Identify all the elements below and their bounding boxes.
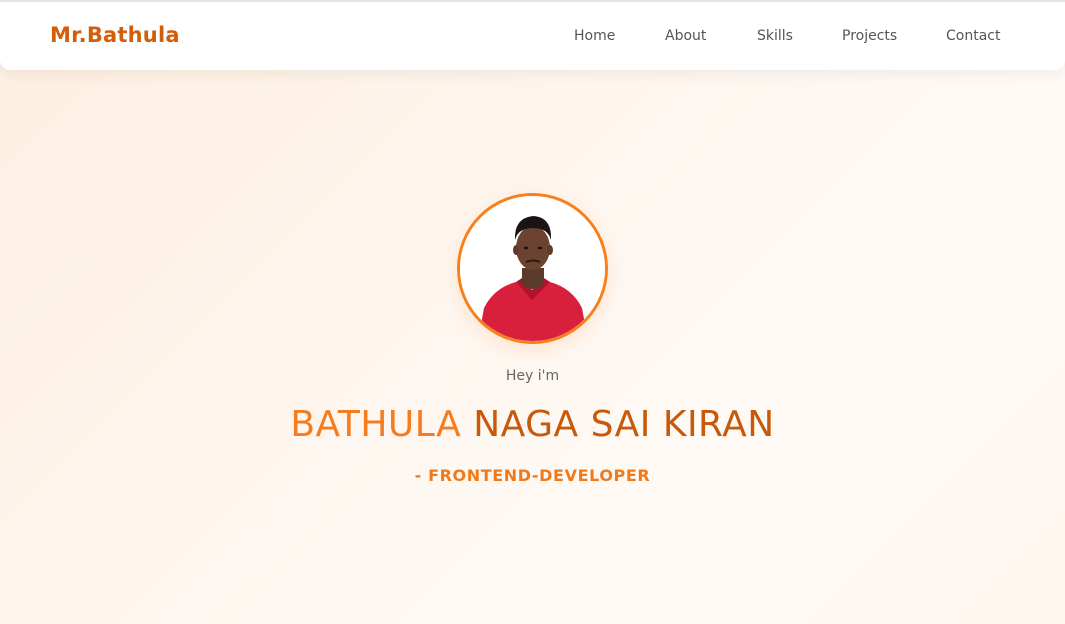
hero-name-rest: NAGA SAI KIRAN xyxy=(473,404,775,445)
nav-link-projects[interactable]: Projects xyxy=(842,28,897,44)
brand-logo[interactable]: Mr.Bathula xyxy=(50,23,180,47)
hero-name-first: BATHULA xyxy=(290,404,462,445)
nav-link-about[interactable]: About xyxy=(665,28,706,44)
nav-link-home[interactable]: Home xyxy=(574,28,615,44)
hero-greeting: Hey i'm xyxy=(505,368,560,384)
nav-link-skills[interactable]: Skills xyxy=(757,28,793,44)
hero-name: BATHULA NAGA SAI KIRAN xyxy=(0,404,1065,445)
profile-avatar xyxy=(457,193,608,344)
nav-link-contact[interactable]: Contact xyxy=(946,28,1000,44)
navbar: Mr.Bathula Home About Skills Projects Co… xyxy=(0,2,1065,70)
profile-photo xyxy=(460,196,605,341)
hero-role: - FRONTEND-DEVELOPER xyxy=(414,466,651,485)
